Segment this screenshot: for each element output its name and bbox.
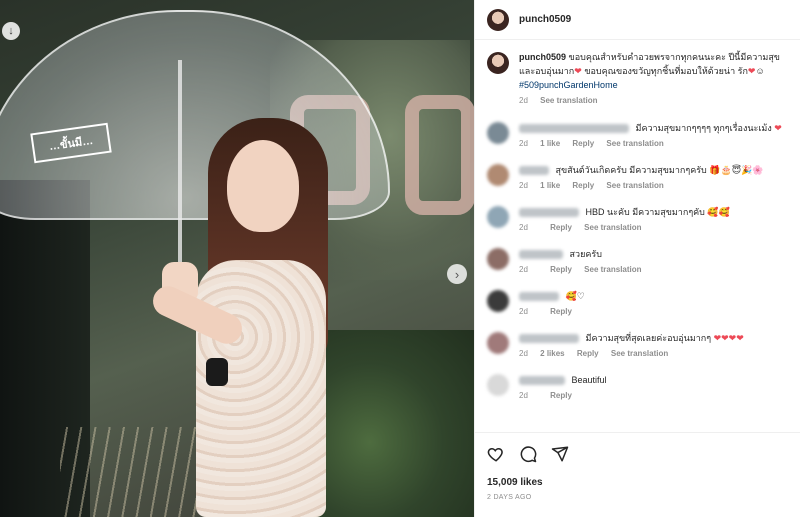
comment-row: 🥰♡ 2d Reply xyxy=(487,290,789,318)
avatar[interactable] xyxy=(487,206,509,228)
post-date: 2 DAYS AGO xyxy=(487,494,532,501)
heart-icon[interactable] xyxy=(487,445,505,463)
commenter-username[interactable] xyxy=(519,208,579,218)
comment-row: Beautiful 2d Reply xyxy=(487,374,789,402)
comment-time: 2d xyxy=(519,391,528,400)
comment-time: 2d xyxy=(519,265,528,274)
comment-likes[interactable]: 2 likes xyxy=(540,349,564,358)
comment-icon[interactable] xyxy=(519,445,537,463)
smile-emoji: ☺ xyxy=(755,66,765,76)
post-sidebar: punch0509 punch0509 ขอบคุณสำหรับคำอวยพรจ… xyxy=(474,0,800,517)
emoji-group: 🥰♡ xyxy=(565,291,585,301)
avatar[interactable] xyxy=(487,52,509,74)
commenter-username[interactable] xyxy=(519,292,559,302)
comment-row: มีความสุขที่สุดเลยค่ะอบอุ่นมากๆ ❤❤❤❤ 2d … xyxy=(487,332,789,360)
avatar[interactable] xyxy=(487,164,509,186)
see-translation-link[interactable]: See translation xyxy=(611,349,668,358)
commenter-username[interactable] xyxy=(519,166,549,176)
heart-emoji: ❤❤❤❤ xyxy=(711,333,744,343)
hashtag-link[interactable]: #509punchGardenHome xyxy=(519,78,789,92)
caption-username[interactable]: punch0509 xyxy=(519,52,566,62)
post-header: punch0509 xyxy=(475,0,800,40)
download-icon[interactable]: ↓ xyxy=(2,22,20,40)
see-translation-link[interactable]: See translation xyxy=(584,265,641,274)
reply-button[interactable]: Reply xyxy=(572,181,594,190)
see-translation-link[interactable]: See translation xyxy=(540,96,597,105)
comment-likes[interactable]: 1 like xyxy=(540,139,560,148)
likes-count[interactable]: 15,009 likes xyxy=(487,477,789,488)
comments-list[interactable]: punch0509 ขอบคุณสำหรับคำอวยพรจากทุกคนนะค… xyxy=(475,40,800,432)
comment-text: มีความสุขที่สุดเลยค่ะอบอุ่นมากๆ xyxy=(585,333,712,343)
chevron-right-icon[interactable]: › xyxy=(447,264,467,284)
see-translation-link[interactable]: See translation xyxy=(584,223,641,232)
comment-time: 2d xyxy=(519,181,528,190)
avatar[interactable] xyxy=(487,290,509,312)
comment-row: สวยครับ 2d Reply See translation xyxy=(487,248,789,276)
caption-text-2: ขอบคุณของขวัญทุกชิ้นที่มอบให้ด้วยน่า รัก xyxy=(584,66,748,76)
avatar[interactable] xyxy=(487,248,509,270)
comment-row: มีความสุขมากๆๆๆๆ ทุกๆเรื่องนะเม้ง ❤ 2d 1… xyxy=(487,122,789,150)
commenter-username[interactable] xyxy=(519,124,629,134)
balloon-digit-0 xyxy=(405,95,474,215)
see-translation-link[interactable]: See translation xyxy=(606,181,663,190)
reply-button[interactable]: Reply xyxy=(550,391,572,400)
reply-button[interactable]: Reply xyxy=(577,349,599,358)
comment-text: Beautiful xyxy=(571,375,607,385)
heart-emoji: ❤ xyxy=(771,123,782,133)
comment-time: 2d xyxy=(519,307,528,316)
see-translation-link[interactable]: See translation xyxy=(606,139,663,148)
emoji-group: 🥰🥰 xyxy=(704,207,730,217)
heart-emoji: ❤ xyxy=(574,66,582,76)
post-actions: 15,009 likes 2 DAYS AGO xyxy=(475,432,800,517)
send-icon[interactable] xyxy=(551,445,569,463)
post-photo[interactable]: …ขั้นมี… ↓ › xyxy=(0,0,474,517)
comment-row: HBD นะคับ มีความสุขมากๆคับ 🥰🥰 2d Reply S… xyxy=(487,206,789,234)
comment-text: สุขสันต์วันเกิดครับ มีความสุขมากๆครับ xyxy=(555,165,707,175)
comment-time: 2d xyxy=(519,349,528,358)
commenter-username[interactable] xyxy=(519,250,563,260)
watch xyxy=(206,358,228,386)
caption-time: 2d xyxy=(519,96,528,105)
reply-button[interactable]: Reply xyxy=(550,223,572,232)
avatar[interactable] xyxy=(487,374,509,396)
avatar[interactable] xyxy=(487,332,509,354)
reply-button[interactable]: Reply xyxy=(550,307,572,316)
commenter-username[interactable] xyxy=(519,376,565,386)
person-face xyxy=(227,140,299,232)
comment-text: HBD นะคับ มีความสุขมากๆคับ xyxy=(585,207,705,217)
comment-text: มีความสุขมากๆๆๆๆ ทุกๆเรื่องนะเม้ง xyxy=(635,123,772,133)
comment-time: 2d xyxy=(519,139,528,148)
commenter-username[interactable] xyxy=(519,334,579,344)
emoji-group: 🎁🎂😇🎉🌸 xyxy=(706,165,764,175)
reply-button[interactable]: Reply xyxy=(550,265,572,274)
post-caption: punch0509 ขอบคุณสำหรับคำอวยพรจากทุกคนนะค… xyxy=(487,50,789,108)
post-modal: …ขั้นมี… ↓ › punch0509 punch0509 ขอบคุณส… xyxy=(0,0,800,517)
avatar[interactable] xyxy=(487,8,509,31)
avatar[interactable] xyxy=(487,122,509,144)
comment-row: สุขสันต์วันเกิดครับ มีความสุขมากๆครับ 🎁🎂… xyxy=(487,164,789,192)
comment-likes[interactable]: 1 like xyxy=(540,181,560,190)
comment-text: สวยครับ xyxy=(569,249,602,259)
comment-time: 2d xyxy=(519,223,528,232)
header-username[interactable]: punch0509 xyxy=(519,14,571,25)
reply-button[interactable]: Reply xyxy=(572,139,594,148)
